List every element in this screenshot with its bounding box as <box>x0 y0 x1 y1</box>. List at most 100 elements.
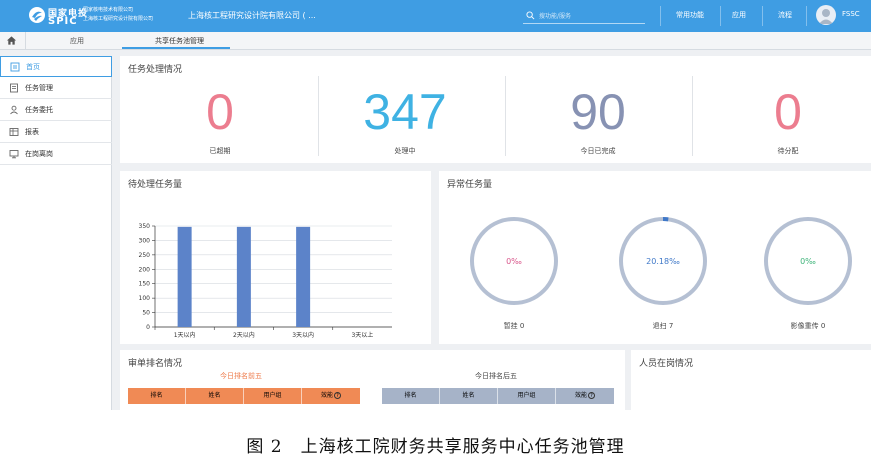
user-avatar-icon <box>819 9 833 24</box>
search-icon <box>526 11 535 20</box>
ranking-panel: 审单排名情况 今日排名前五 今日排名后五 排名 姓名 用户组 效能? 排名 姓名… <box>120 350 625 410</box>
col-efficiency-label: 效能 <box>574 392 587 399</box>
donut-percent: 0‰ <box>800 257 816 266</box>
staff-status-panel: 人员在岗情况 <box>631 350 871 410</box>
stat-value: 90 <box>570 84 626 140</box>
y-tick-label: 0 <box>146 324 150 331</box>
stat-label: 处理中 <box>394 147 416 155</box>
logo-subtitle-2: 上海核工程研究设计院有限公司 <box>83 16 154 22</box>
sidebar-item-label: 任务管理 <box>25 84 53 92</box>
y-tick-label: 100 <box>139 295 151 302</box>
search-input[interactable] <box>539 10 639 22</box>
sidebar-item-home[interactable]: 首页 <box>0 56 112 77</box>
donut-label-rescan: 退扫 7 <box>652 322 674 330</box>
col-rank[interactable]: 排名 <box>382 388 440 404</box>
x-tick-label: 2天以内 <box>233 331 255 339</box>
help-icon[interactable]: ? <box>334 392 341 399</box>
panel-title: 审单排名情况 <box>128 359 183 369</box>
top-five-title: 今日排名前五 <box>220 372 262 380</box>
stat-unassigned[interactable]: 0 待分配 <box>688 74 871 160</box>
stat-label: 待分配 <box>777 147 799 155</box>
tab-app[interactable]: 应用 <box>70 36 84 46</box>
help-icon[interactable]: ? <box>588 392 595 399</box>
y-tick-label: 50 <box>142 310 150 317</box>
workflow-link[interactable]: 流程 <box>778 10 792 20</box>
spic-logo-icon <box>29 7 45 23</box>
sidebar-item-task-delegation[interactable]: 任务委托 <box>0 100 112 121</box>
user-name[interactable]: FSSC <box>842 10 860 18</box>
donut-label-suspended: 暂挂 0 <box>503 322 525 330</box>
logo-english-text: SPIC <box>48 16 78 27</box>
col-name[interactable]: 姓名 <box>440 388 498 404</box>
bar <box>296 226 311 327</box>
bar <box>236 226 251 327</box>
panel-title: 人员在岗情况 <box>639 359 694 369</box>
search-box[interactable] <box>523 8 645 24</box>
company-selector[interactable]: 上海核工程研究设计院有限公司 ( ... <box>188 10 316 21</box>
avatar[interactable] <box>816 5 836 25</box>
top-divider <box>806 6 807 26</box>
col-user-group[interactable]: 用户组 <box>244 388 302 404</box>
sidebar-item-label: 任务委托 <box>25 106 53 114</box>
task-icon <box>10 83 18 93</box>
y-tick-label: 200 <box>139 266 151 273</box>
bottom-five-title: 今日排名后五 <box>475 372 517 380</box>
stat-label: 已超期 <box>209 147 231 155</box>
stat-value: 0 <box>206 84 234 140</box>
home-page-icon <box>10 62 20 72</box>
monitor-icon <box>9 150 19 159</box>
y-tick-label: 300 <box>139 237 151 244</box>
x-tick-label: 3天以内 <box>292 331 314 339</box>
sidebar: 首页 任务管理 任务委托 报表 在岗离岗 <box>0 56 112 410</box>
donut-percent: 0‰ <box>506 257 522 266</box>
y-tick-label: 250 <box>139 252 151 259</box>
col-user-group[interactable]: 用户组 <box>498 388 556 404</box>
tab-task-pool[interactable]: 共享任务池管理 <box>155 36 204 46</box>
top-divider <box>762 6 763 26</box>
y-tick-label: 150 <box>139 281 151 288</box>
col-efficiency-label: 效能 <box>320 392 333 399</box>
active-tab-indicator <box>122 47 230 49</box>
bar <box>177 226 192 327</box>
home-tab[interactable] <box>0 32 26 50</box>
stat-value: 0 <box>774 84 802 140</box>
donut-label-reupload: 影像重传 0 <box>790 322 826 330</box>
logo-subtitle-1: 国家核电技术有限公司 <box>83 7 134 13</box>
company-logo[interactable]: 国家电投 SPIC 国家核电技术有限公司 上海核工程研究设计院有限公司 <box>28 4 163 28</box>
top-bar: 国家电投 SPIC 国家核电技术有限公司 上海核工程研究设计院有限公司 上海核工… <box>0 0 871 32</box>
col-efficiency[interactable]: 效能? <box>302 388 360 404</box>
top-divider <box>720 6 721 26</box>
apps-link[interactable]: 应用 <box>732 10 746 20</box>
stat-completed-today[interactable]: 90 今日已完成 <box>498 74 698 160</box>
stat-in-progress[interactable]: 347 处理中 <box>305 74 505 160</box>
stat-overdue[interactable]: 0 已超期 <box>120 74 320 160</box>
donut-percent: 20.18‰ <box>646 257 680 266</box>
home-icon <box>6 36 17 45</box>
sidebar-item-label: 在岗离岗 <box>25 150 53 158</box>
x-tick-label: 3天以上 <box>351 331 373 339</box>
bottom-five-table-header: 排名 姓名 用户组 效能? <box>382 388 614 404</box>
col-name[interactable]: 姓名 <box>186 388 244 404</box>
top-divider <box>660 6 661 26</box>
sidebar-item-label: 报表 <box>25 128 39 136</box>
tab-bar: 应用 共享任务池管理 <box>0 32 871 50</box>
top-five-table-header: 排名 姓名 用户组 效能? <box>128 388 360 404</box>
app-window: 国家电投 SPIC 国家核电技术有限公司 上海核工程研究设计院有限公司 上海核工… <box>0 0 871 410</box>
common-functions-link[interactable]: 常用功能 <box>676 10 704 20</box>
sidebar-item-label: 首页 <box>26 63 40 71</box>
figure-caption: 图 2 上海核工院财务共享服务中心任务池管理 <box>246 437 625 457</box>
abnormal-tasks-panel: 异常任务量 0‰ 20.18‰ 0‰ 暂挂 0 退扫 7 影像重传 0 <box>439 171 871 344</box>
pending-tasks-panel: 待处理任务量 0 50 100 150 200 250 300 350 1天以内 2天以内 3天以内… <box>120 171 431 344</box>
col-efficiency[interactable]: 效能? <box>556 388 614 404</box>
col-rank[interactable]: 排名 <box>128 388 186 404</box>
sidebar-item-on-duty[interactable]: 在岗离岗 <box>0 144 112 165</box>
x-tick-label: 1天以内 <box>174 331 196 339</box>
report-icon <box>9 128 19 136</box>
abnormal-donuts: 0‰ 20.18‰ 0‰ <box>470 217 852 305</box>
y-tick-label: 350 <box>139 223 151 230</box>
delegate-icon <box>10 105 18 115</box>
sidebar-item-reports[interactable]: 报表 <box>0 122 112 143</box>
pending-tasks-chart: 0 50 100 150 200 250 300 350 1天以内 2天以内 3天以内 3天以上 <box>139 223 392 339</box>
stat-label: 今日已完成 <box>580 147 616 155</box>
sidebar-item-task-management[interactable]: 任务管理 <box>0 78 112 99</box>
